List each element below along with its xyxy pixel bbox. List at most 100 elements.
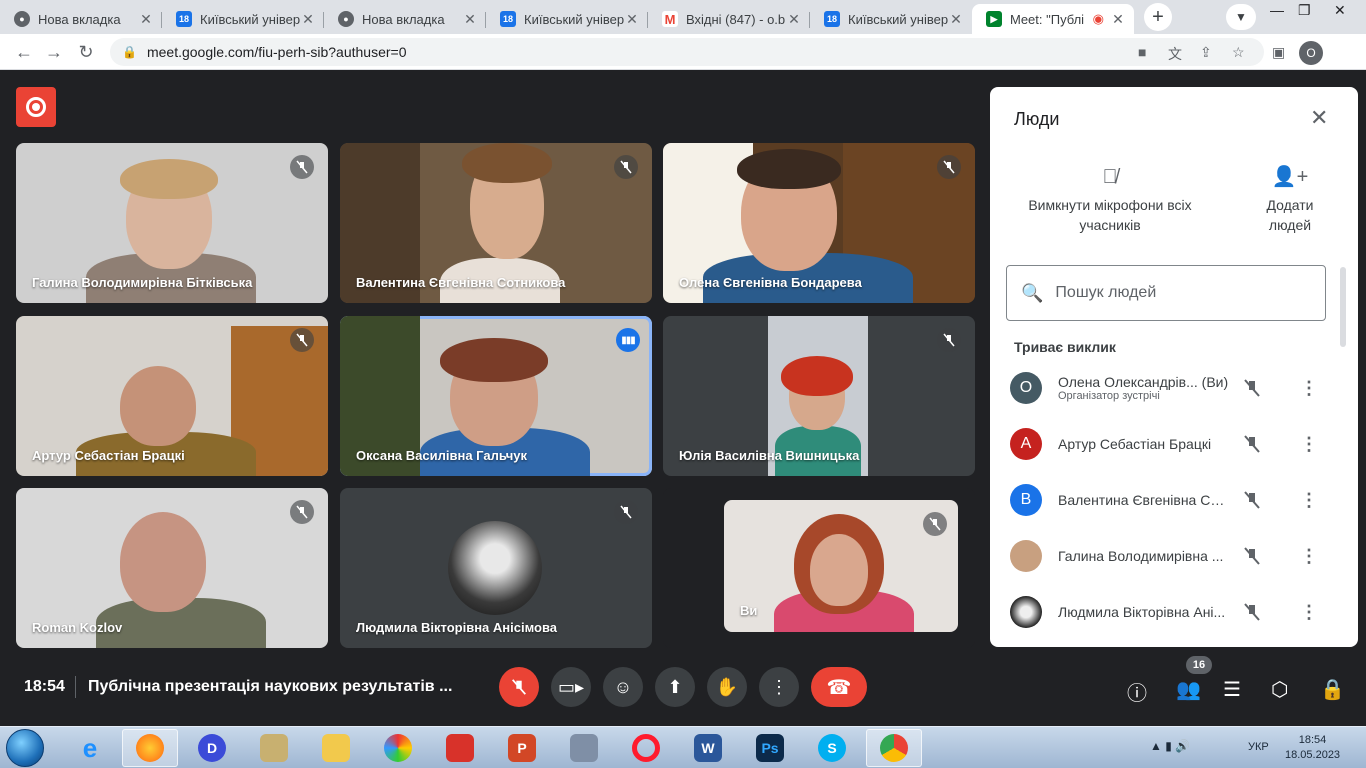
- language-indicator[interactable]: УКР: [1248, 741, 1269, 753]
- participant-tile[interactable]: Юлія Василівна Вишницька: [663, 316, 975, 476]
- search-people-input[interactable]: 🔍 Пошук людей: [1006, 265, 1326, 321]
- firefox-icon: [136, 734, 164, 762]
- side-panel-icon[interactable]: ▣: [1272, 44, 1285, 61]
- close-tab-icon[interactable]: ✕: [786, 11, 802, 28]
- participant-tile[interactable]: Олена Євгенівна Бондарева: [663, 143, 975, 303]
- participant-tile[interactable]: Валентина Євгенівна Сотникова: [340, 143, 652, 303]
- bookmark-star-icon[interactable]: ☆: [1232, 44, 1245, 61]
- profile-avatar[interactable]: O: [1299, 41, 1323, 65]
- close-tab-icon[interactable]: ✕: [300, 11, 316, 28]
- close-tab-icon[interactable]: ✕: [138, 11, 154, 28]
- toggle-camera-button[interactable]: ▭▸: [551, 667, 591, 707]
- person-row[interactable]: А Артур Себастіан Брацкі ⋮: [1010, 419, 1334, 469]
- taskbar-ie[interactable]: e: [62, 729, 118, 767]
- taskbar-app[interactable]: [370, 729, 426, 767]
- taskbar-explorer[interactable]: [308, 729, 364, 767]
- recording-button[interactable]: [16, 87, 56, 127]
- url-text: meet.google.com/fiu-perh-sib?authuser=0: [146, 44, 407, 60]
- present-screen-button[interactable]: ⬆: [655, 667, 695, 707]
- person-row[interactable]: О Олена Олександрів... (Ви) Організатор з…: [1010, 363, 1334, 413]
- more-options-icon[interactable]: ⋮: [1300, 602, 1318, 623]
- taskbar-word[interactable]: W: [680, 729, 736, 767]
- reactions-button[interactable]: ☺: [603, 667, 643, 707]
- meeting-details-button[interactable]: ⓘ: [1127, 677, 1147, 706]
- person-row[interactable]: В Валентина Євгенівна Со... ⋮: [1010, 475, 1334, 525]
- close-tab-icon[interactable]: ✕: [624, 11, 640, 28]
- calendar-icon: 18: [824, 11, 840, 27]
- close-panel-button[interactable]: ✕: [1310, 105, 1328, 131]
- participant-name: Артур Себастіан Брацкі: [32, 448, 185, 463]
- host-controls-button[interactable]: 🔒: [1320, 677, 1345, 702]
- close-window-button[interactable]: ✕: [1334, 2, 1346, 19]
- participant-name: Людмила Вікторівна Анісімова: [356, 620, 558, 635]
- leave-call-button[interactable]: ☎: [811, 667, 867, 707]
- meet-icon: ▶: [986, 11, 1002, 27]
- chat-button[interactable]: ☰: [1223, 677, 1241, 702]
- toggle-mic-button[interactable]: [499, 667, 539, 707]
- browser-tab[interactable]: ● Нова вкладка ✕: [324, 4, 486, 34]
- reload-button[interactable]: ↻: [74, 40, 98, 64]
- start-button[interactable]: [6, 729, 44, 767]
- more-options-icon[interactable]: ⋮: [1300, 546, 1318, 567]
- participant-tile[interactable]: Артур Себастіан Брацкі: [16, 316, 328, 476]
- participant-tile[interactable]: Галина Володимирівна Бітківська: [16, 143, 328, 303]
- speaking-indicator-icon: ▮▮▮: [616, 328, 640, 352]
- new-tab-button[interactable]: +: [1144, 3, 1172, 31]
- taskbar-opera[interactable]: [618, 729, 674, 767]
- share-icon[interactable]: ⇪: [1200, 44, 1212, 61]
- taskbar-clock[interactable]: 18:54 18.05.2023: [1285, 733, 1340, 763]
- close-tab-icon[interactable]: ✕: [462, 11, 478, 28]
- internet-explorer-icon: e: [82, 732, 98, 763]
- taskbar-firefox[interactable]: [122, 729, 178, 767]
- forward-button[interactable]: →: [42, 40, 66, 64]
- taskbar-skype[interactable]: S: [804, 729, 860, 767]
- taskbar-calculator[interactable]: [556, 729, 612, 767]
- lock-icon: 🔒: [122, 45, 137, 59]
- activities-button[interactable]: ⬡: [1271, 677, 1288, 702]
- participant-name: Олена Євгенівна Бондарева: [679, 275, 862, 290]
- more-options-icon[interactable]: ⋮: [1300, 434, 1318, 455]
- more-options-icon[interactable]: ⋮: [1300, 490, 1318, 511]
- close-tab-icon[interactable]: ✕: [1110, 11, 1126, 28]
- browser-tab[interactable]: ● Нова вкладка ✕: [0, 4, 162, 34]
- browser-tab-active[interactable]: ▶ Meet: "Публі ◉ ✕: [972, 4, 1134, 34]
- person-row[interactable]: Людмила Вікторівна Ані... ⋮: [1010, 587, 1334, 637]
- taskbar-chrome[interactable]: [866, 729, 922, 767]
- browser-tab[interactable]: 18 Київський універс ✕: [486, 4, 648, 34]
- browser-tab[interactable]: 18 Київський універс ✕: [810, 4, 972, 34]
- browser-tab[interactable]: 18 Київський універс ✕: [162, 4, 324, 34]
- system-tray[interactable]: ▲ ▮ 🔊: [1150, 739, 1190, 753]
- mic-off-icon: [512, 679, 526, 695]
- participant-name: Юлія Василівна Вишницька: [679, 448, 860, 463]
- back-button[interactable]: ←: [12, 40, 36, 64]
- present-icon: ⬆: [667, 676, 683, 697]
- minimize-window-button[interactable]: —: [1270, 2, 1284, 18]
- scrollbar[interactable]: [1340, 267, 1346, 347]
- person-row[interactable]: Галина Володимирівна ... ⋮: [1010, 531, 1334, 581]
- camera-icon[interactable]: ■: [1138, 44, 1146, 60]
- self-view-tile[interactable]: Ви: [663, 488, 975, 648]
- taskbar-app[interactable]: D: [184, 729, 240, 767]
- people-button[interactable]: 👥: [1176, 677, 1201, 702]
- more-options-button[interactable]: ⋮: [759, 667, 799, 707]
- more-options-icon[interactable]: ⋮: [1300, 378, 1318, 399]
- raise-hand-button[interactable]: ✋: [707, 667, 747, 707]
- taskbar-powerpoint[interactable]: P: [494, 729, 550, 767]
- address-bar[interactable]: 🔒 meet.google.com/fiu-perh-sib?authuser=…: [110, 38, 1264, 66]
- scanner-icon: [260, 734, 288, 762]
- participant-tile[interactable]: Людмила Вікторівна Анісімова: [340, 488, 652, 648]
- browser-tab[interactable]: M Вхідні (847) - o.brc ✕: [648, 4, 810, 34]
- mic-off-icon: [937, 328, 961, 352]
- mute-all-button[interactable]: 🎙̸ Вимкнути мікрофони всіх учасників: [1020, 167, 1200, 235]
- calendar-icon: 18: [176, 11, 192, 27]
- restore-window-button[interactable]: ❐: [1298, 2, 1311, 19]
- participant-tile-active-speaker[interactable]: ▮▮▮ Оксана Василівна Гальчук: [340, 316, 652, 476]
- taskbar-app[interactable]: [246, 729, 302, 767]
- translate-icon[interactable]: 文: [1168, 44, 1182, 64]
- participant-tile[interactable]: Roman Kozlov: [16, 488, 328, 648]
- taskbar-photoshop[interactable]: Ps: [742, 729, 798, 767]
- taskbar-app[interactable]: [432, 729, 488, 767]
- close-tab-icon[interactable]: ✕: [948, 11, 964, 28]
- tab-search-button[interactable]: ▼: [1226, 4, 1256, 30]
- add-people-button[interactable]: 👤+ Додати людей: [1252, 167, 1328, 235]
